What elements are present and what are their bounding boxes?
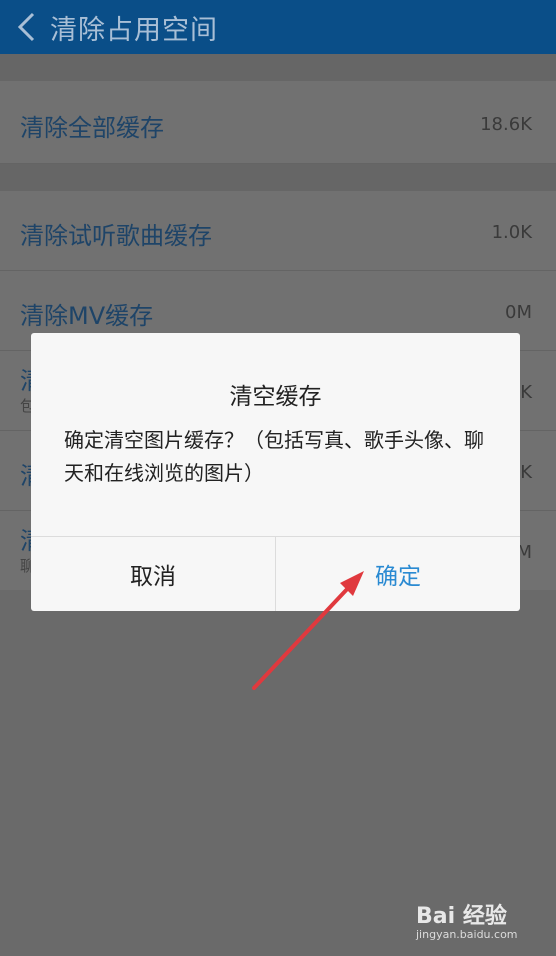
watermark-logo: Bai 经验	[416, 904, 507, 929]
row-title: 清除试听歌曲缓存	[20, 222, 212, 250]
confirm-button[interactable]: 确定	[276, 537, 520, 611]
row-size: K	[520, 382, 532, 403]
section-gap	[0, 164, 556, 191]
dialog-message: 确定清空图片缓存？（包括写真、歌手头像、聊天和在线浏览的图片）	[64, 428, 484, 485]
row-size: 1.0K	[491, 222, 532, 243]
app-header: 清除占用空间	[0, 0, 556, 54]
dialog-title: 清空缓存	[229, 384, 322, 410]
watermark: Bai 经验 jingyan.baidu.com	[416, 898, 526, 946]
clear-cache-dialog: 清空缓存 确定清空图片缓存？（包括写真、歌手头像、聊天和在线浏览的图片） 取消 …	[31, 333, 520, 611]
row-size: 0M	[505, 302, 532, 323]
row-size: 18.6K	[480, 114, 532, 135]
row-title: 清除全部缓存	[20, 114, 164, 142]
section-gap	[0, 54, 556, 81]
row-title: 清除MV缓存	[20, 302, 154, 330]
back-arrow-icon[interactable]	[6, 7, 46, 47]
row-size: K	[520, 462, 532, 483]
row-clear-song-cache[interactable]: 清除试听歌曲缓存 1.0K	[0, 191, 556, 271]
watermark-url: jingyan.baidu.com	[416, 928, 518, 941]
cancel-button[interactable]: 取消	[31, 537, 275, 611]
row-clear-all-cache[interactable]: 清除全部缓存 18.6K	[0, 81, 556, 164]
page-title: 清除占用空间	[50, 14, 218, 46]
